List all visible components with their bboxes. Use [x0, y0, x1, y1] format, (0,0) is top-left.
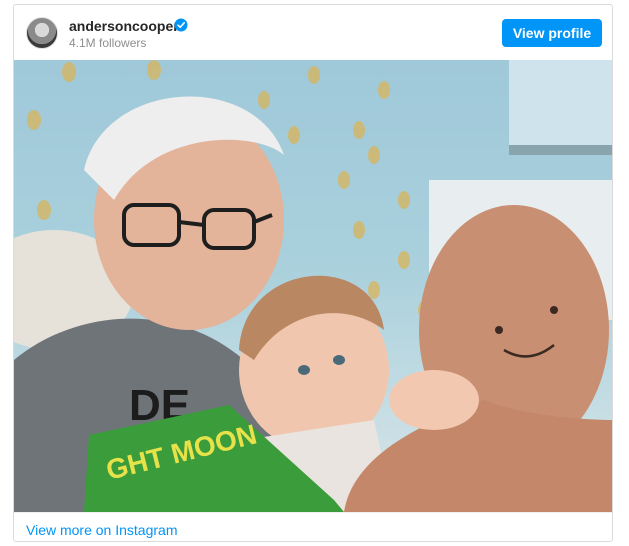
instagram-embed: andersoncooper 4.1M followers View profi…	[13, 4, 613, 542]
post-header: andersoncooper 4.1M followers View profi…	[14, 5, 612, 61]
follower-count: 4.1M followers	[69, 36, 147, 50]
avatar[interactable]	[26, 17, 58, 49]
post-footer: View more on Instagram	[14, 512, 612, 541]
view-more-link[interactable]: View more on Instagram	[26, 522, 177, 538]
username[interactable]: andersoncooper	[69, 18, 179, 34]
post-image[interactable]: DE GHT MOON	[14, 60, 612, 512]
verified-badge-icon	[174, 18, 188, 32]
view-profile-button[interactable]: View profile	[502, 19, 602, 47]
